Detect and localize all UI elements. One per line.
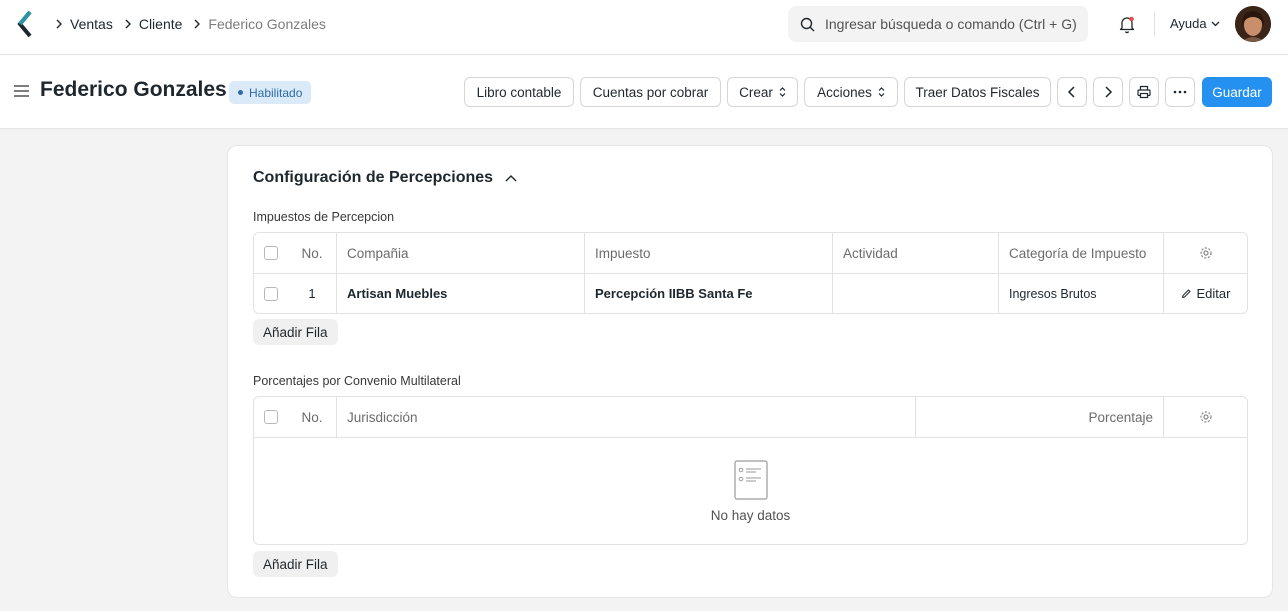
empty-list-icon — [733, 459, 768, 500]
updown-chevron-icon — [878, 86, 885, 98]
prev-record-button[interactable] — [1057, 77, 1087, 107]
col-percentage: Porcentaje — [916, 397, 1164, 437]
empty-state: No hay datos — [254, 437, 1247, 544]
page-title: Federico Gonzales — [40, 78, 227, 101]
breadcrumb-ventas[interactable]: Ventas — [70, 16, 113, 32]
status-badge: Habilitado — [229, 81, 312, 104]
percent-table-label: Porcentajes por Convenio Multilateral — [253, 374, 461, 388]
breadcrumb-current[interactable]: Federico Gonzales — [208, 16, 326, 32]
next-record-button[interactable] — [1093, 77, 1123, 107]
receivables-label: Cuentas por cobrar — [592, 84, 709, 100]
breadcrumb-cliente[interactable]: Cliente — [139, 16, 183, 32]
chevron-right-icon — [50, 15, 68, 33]
fiscal-label: Traer Datos Fiscales — [915, 84, 1040, 100]
col-activity: Actividad — [833, 233, 999, 273]
col-tax: Impuesto — [585, 233, 833, 273]
gear-icon[interactable] — [1199, 246, 1213, 260]
nav-divider — [1154, 12, 1155, 36]
notification-bell-icon[interactable] — [1117, 14, 1137, 34]
actions-label: Acciones — [817, 84, 872, 100]
col-no: No. — [288, 233, 337, 273]
add-row-button[interactable]: Añadir Fila — [253, 319, 338, 345]
edit-label: Editar — [1196, 286, 1231, 301]
ledger-button[interactable]: Libro contable — [464, 77, 574, 107]
row-edit-cell: Editar — [1164, 274, 1247, 313]
chevron-down-icon — [1211, 21, 1220, 27]
navbar: Ventas Cliente Federico Gonzales Ingresa… — [0, 0, 1288, 55]
select-all-cell — [254, 397, 288, 437]
row-company[interactable]: Artisan Muebles — [337, 274, 585, 313]
search-placeholder: Ingresar búsqueda o comando (Ctrl + G) — [825, 16, 1077, 32]
print-button[interactable] — [1129, 77, 1159, 107]
page-header: Federico Gonzales Habilitado Libro conta… — [0, 55, 1288, 129]
section-header[interactable]: Configuración de Percepciones — [253, 169, 517, 187]
row-checkbox[interactable] — [264, 286, 278, 301]
help-dropdown[interactable]: Ayuda — [1170, 16, 1220, 31]
status-label: Habilitado — [249, 85, 303, 100]
select-all-cell — [254, 233, 288, 273]
actions-dropdown-button[interactable]: Acciones — [804, 77, 898, 107]
search-input[interactable]: Ingresar búsqueda o comando (Ctrl + G) — [788, 6, 1088, 42]
save-button[interactable]: Guardar — [1202, 77, 1272, 107]
col-company: Compañia — [337, 233, 585, 273]
percent-table: No. Jurisdicción Porcentaje No hay datos — [253, 396, 1248, 545]
form-section-card: Configuración de Percepciones Impuestos … — [227, 145, 1273, 598]
fiscal-data-button[interactable]: Traer Datos Fiscales — [904, 77, 1051, 107]
printer-icon — [1137, 85, 1151, 99]
table-header-row: No. Jurisdicción Porcentaje — [254, 397, 1247, 437]
gear-icon[interactable] — [1199, 410, 1213, 424]
breadcrumb: Ventas Cliente Federico Gonzales — [50, 15, 332, 33]
chevron-left-icon — [1067, 86, 1075, 98]
row-activity[interactable] — [833, 274, 999, 313]
taxes-table-label: Impuestos de Percepcion — [253, 210, 395, 224]
search-icon — [800, 17, 815, 31]
chevron-right-icon — [119, 15, 137, 33]
table-header-row: No. Compañia Impuesto Actividad Categorí… — [254, 233, 1247, 273]
chevron-right-icon — [188, 15, 206, 33]
table-row[interactable]: 1 Artisan Muebles Percepción IIBB Santa … — [254, 273, 1247, 313]
select-all-checkbox[interactable] — [264, 246, 278, 260]
col-no: No. — [288, 397, 337, 437]
updown-chevron-icon — [779, 86, 786, 98]
create-dropdown-button[interactable]: Crear — [727, 77, 798, 107]
row-no: 1 — [288, 274, 337, 313]
column-settings-cell — [1164, 397, 1247, 437]
hamburger-menu-icon[interactable] — [13, 83, 30, 99]
taxes-table: No. Compañia Impuesto Actividad Categorí… — [253, 232, 1248, 314]
avatar[interactable] — [1235, 6, 1271, 42]
add-row-button[interactable]: Añadir Fila — [253, 551, 338, 577]
col-category: Categoría de Impuesto — [999, 233, 1164, 273]
section-title: Configuración de Percepciones — [253, 169, 494, 186]
column-settings-cell — [1164, 233, 1247, 273]
chevron-right-icon — [1105, 86, 1113, 98]
empty-state-text: No hay datos — [710, 507, 791, 523]
more-options-button[interactable] — [1165, 77, 1195, 107]
select-all-checkbox[interactable] — [264, 410, 278, 424]
col-jurisdiction: Jurisdicción — [337, 397, 916, 437]
ledger-label: Libro contable — [476, 84, 562, 100]
edit-row-button[interactable]: Editar — [1181, 286, 1231, 301]
create-label: Crear — [739, 84, 773, 100]
row-select-cell — [254, 274, 288, 313]
row-category[interactable]: Ingresos Brutos — [999, 274, 1164, 313]
more-horizontal-icon — [1173, 90, 1187, 94]
status-dot — [238, 90, 243, 95]
app-logo-icon[interactable] — [16, 11, 36, 37]
pencil-icon — [1181, 289, 1191, 299]
help-label: Ayuda — [1170, 16, 1207, 31]
receivables-button[interactable]: Cuentas por cobrar — [580, 77, 721, 107]
save-label: Guardar — [1212, 84, 1262, 100]
row-tax[interactable]: Percepción IIBB Santa Fe — [585, 274, 833, 313]
chevron-up-icon[interactable] — [505, 174, 517, 182]
